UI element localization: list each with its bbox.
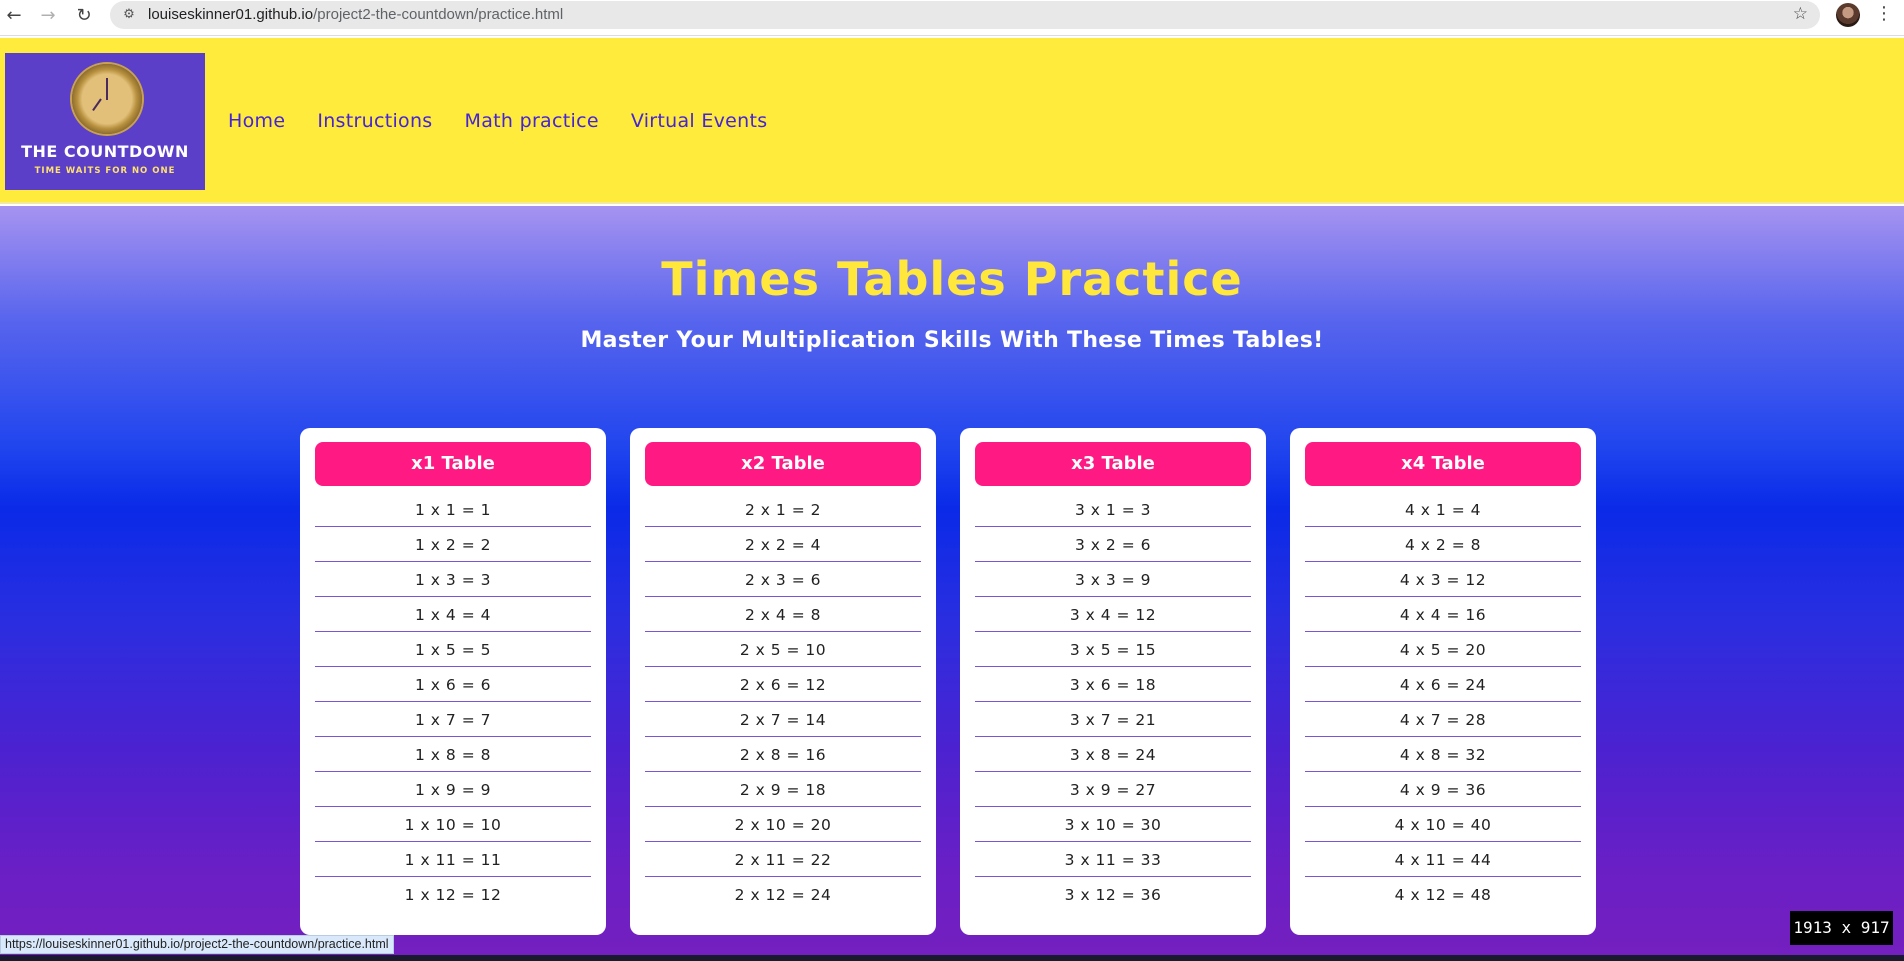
tables-container: x1 Table 1 x 1 = 1 1 x 2 = 2 1 x 3 = 3 1… [300, 428, 1596, 935]
table-rows: 2 x 1 = 2 2 x 2 = 4 2 x 3 = 6 2 x 4 = 8 … [645, 492, 921, 912]
table-row: 3 x 12 = 36 [1064, 886, 1162, 904]
table-row: 1 x 11 = 11 [315, 842, 591, 877]
table-title: x1 Table [315, 442, 591, 486]
table-row: 2 x 2 = 4 [645, 527, 921, 562]
table-row: 2 x 10 = 20 [645, 807, 921, 842]
logo-tagline: TIME WAITS FOR NO ONE [34, 166, 176, 176]
table-row: 1 x 7 = 7 [315, 702, 591, 737]
table-row: 1 x 2 = 2 [315, 527, 591, 562]
table-row: 4 x 4 = 16 [1305, 597, 1581, 632]
page-title: Times Tables Practice [661, 252, 1243, 306]
times-table-card: x1 Table 1 x 1 = 1 1 x 2 = 2 1 x 3 = 3 1… [300, 428, 606, 935]
table-row: 3 x 9 = 27 [975, 772, 1251, 807]
clock-hand [92, 98, 102, 112]
table-row: 3 x 1 = 3 [975, 492, 1251, 527]
table-row: 4 x 11 = 44 [1305, 842, 1581, 877]
nav-link-math-practice[interactable]: Math practice [465, 110, 599, 132]
table-row: 3 x 10 = 30 [975, 807, 1251, 842]
clock-icon [72, 64, 142, 134]
table-rows: 4 x 1 = 4 4 x 2 = 8 4 x 3 = 12 4 x 4 = 1… [1305, 492, 1581, 912]
nav-link-virtual-events[interactable]: Virtual Events [631, 110, 768, 132]
table-row: 4 x 8 = 32 [1305, 737, 1581, 772]
table-row: 2 x 1 = 2 [645, 492, 921, 527]
table-title: x4 Table [1305, 442, 1581, 486]
table-row: 2 x 4 = 8 [645, 597, 921, 632]
back-icon[interactable]: ← [2, 4, 26, 28]
table-row: 2 x 8 = 16 [645, 737, 921, 772]
table-row: 4 x 3 = 12 [1305, 562, 1581, 597]
browser-toolbar: ← → ↻ ⚙ louiseskinner01.github.io/projec… [0, 0, 1904, 36]
table-row: 4 x 1 = 4 [1305, 492, 1581, 527]
table-row: 4 x 9 = 36 [1305, 772, 1581, 807]
table-row: 3 x 6 = 18 [975, 667, 1251, 702]
table-row: 2 x 3 = 6 [645, 562, 921, 597]
table-row: 3 x 2 = 6 [975, 527, 1251, 562]
site-header: THE COUNTDOWN TIME WAITS FOR NO ONE Home… [0, 38, 1904, 204]
table-row: 3 x 7 = 21 [975, 702, 1251, 737]
logo-title: THE COUNTDOWN [21, 142, 189, 161]
dimensions-badge: 1913 x 917 [1790, 911, 1893, 945]
table-title: x2 Table [645, 442, 921, 486]
table-row: 4 x 6 = 24 [1305, 667, 1581, 702]
times-table-card: x3 Table 3 x 1 = 3 3 x 2 = 6 3 x 3 = 9 3… [960, 428, 1266, 935]
url-domain: louiseskinner01.github.io [148, 6, 314, 23]
nav-link-home[interactable]: Home [228, 110, 285, 132]
table-row: 1 x 12 = 12 [404, 886, 502, 904]
table-row: 3 x 8 = 24 [975, 737, 1251, 772]
bottom-edge [0, 955, 1904, 961]
table-row: 1 x 3 = 3 [315, 562, 591, 597]
avatar[interactable] [1836, 3, 1860, 27]
table-row: 2 x 5 = 10 [645, 632, 921, 667]
status-bar-url: https://louiseskinner01.github.io/projec… [0, 935, 394, 954]
table-row: 1 x 1 = 1 [315, 492, 591, 527]
table-row: 1 x 4 = 4 [315, 597, 591, 632]
site-info-icon[interactable]: ⚙ [120, 6, 138, 24]
table-row: 1 x 10 = 10 [315, 807, 591, 842]
reload-icon[interactable]: ↻ [72, 4, 96, 28]
nav-link-instructions[interactable]: Instructions [317, 110, 432, 132]
table-row: 4 x 10 = 40 [1305, 807, 1581, 842]
table-row: 3 x 3 = 9 [975, 562, 1251, 597]
times-table-card: x4 Table 4 x 1 = 4 4 x 2 = 8 4 x 3 = 12 … [1290, 428, 1596, 935]
table-row: 2 x 12 = 24 [734, 886, 832, 904]
forward-icon[interactable]: → [36, 4, 60, 28]
table-row: 2 x 11 = 22 [645, 842, 921, 877]
table-title: x3 Table [975, 442, 1251, 486]
table-row: 4 x 7 = 28 [1305, 702, 1581, 737]
site-logo[interactable]: THE COUNTDOWN TIME WAITS FOR NO ONE [5, 53, 205, 190]
table-row: 2 x 9 = 18 [645, 772, 921, 807]
table-row: 3 x 5 = 15 [975, 632, 1251, 667]
table-row: 1 x 5 = 5 [315, 632, 591, 667]
main-nav: Home Instructions Math practice Virtual … [228, 110, 767, 132]
table-rows: 3 x 1 = 3 3 x 2 = 6 3 x 3 = 9 3 x 4 = 12… [975, 492, 1251, 912]
clock-hand [106, 78, 108, 100]
table-row: 2 x 6 = 12 [645, 667, 921, 702]
table-row: 1 x 6 = 6 [315, 667, 591, 702]
main-content: Times Tables Practice Master Your Multip… [0, 206, 1904, 961]
star-icon[interactable]: ☆ [1793, 4, 1808, 24]
table-row: 3 x 4 = 12 [975, 597, 1251, 632]
url-path: /project2-the-countdown/practice.html [313, 6, 564, 23]
table-rows: 1 x 1 = 1 1 x 2 = 2 1 x 3 = 3 1 x 4 = 4 … [315, 492, 591, 912]
url-text[interactable]: louiseskinner01.github.io/project2-the-c… [148, 6, 563, 23]
table-row: 4 x 5 = 20 [1305, 632, 1581, 667]
table-row: 1 x 8 = 8 [315, 737, 591, 772]
menu-icon[interactable]: ⋮ [1874, 3, 1894, 24]
page-subtitle: Master Your Multiplication Skills With T… [580, 328, 1324, 353]
table-row: 4 x 12 = 48 [1394, 886, 1492, 904]
table-row: 1 x 9 = 9 [315, 772, 591, 807]
table-row: 2 x 7 = 14 [645, 702, 921, 737]
table-row: 4 x 2 = 8 [1305, 527, 1581, 562]
address-bar[interactable]: ⚙ louiseskinner01.github.io/project2-the… [110, 1, 1820, 29]
table-row: 3 x 11 = 33 [975, 842, 1251, 877]
times-table-card: x2 Table 2 x 1 = 2 2 x 2 = 4 2 x 3 = 6 2… [630, 428, 936, 935]
